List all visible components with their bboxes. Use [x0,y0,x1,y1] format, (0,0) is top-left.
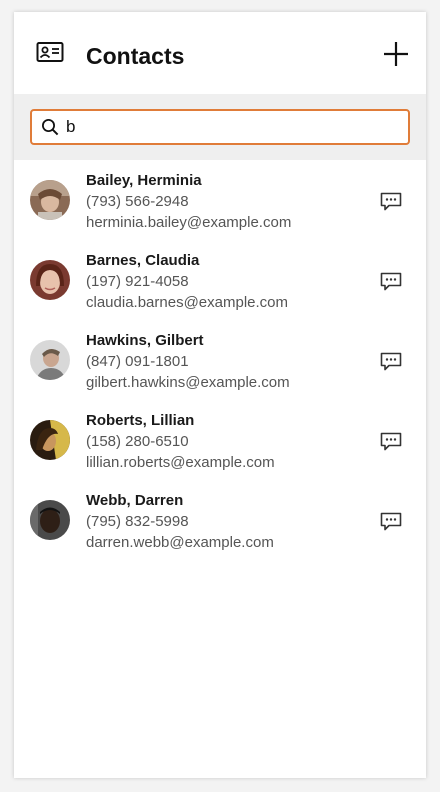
contact-row[interactable]: Bailey, Herminia (793) 566-2948 herminia… [14,160,426,240]
message-button[interactable] [380,272,402,292]
message-icon [380,512,402,531]
contact-email: gilbert.hawkins@example.com [86,374,290,391]
header: Contacts [14,12,426,94]
app-window: Contacts b Bailey, Herminia (793) 566-29… [14,12,426,778]
contact-phone: (197) 921-4058 [86,273,189,290]
search-input[interactable] [66,111,396,143]
contact-email: lillian.roberts@example.com [86,454,275,471]
message-icon [380,272,402,291]
contact-name: Hawkins, Gilbert [86,332,204,349]
contact-row[interactable]: Roberts, Lillian (158) 280-6510 lillian.… [14,400,426,480]
contact-list: Bailey, Herminia (793) 566-2948 herminia… [14,160,426,560]
message-icon [380,192,402,211]
contact-row[interactable]: Hawkins, Gilbert (847) 091-1801 gilbert.… [14,320,426,400]
message-button[interactable] [380,512,402,532]
contact-name: Webb, Darren [86,492,184,509]
contact-email: claudia.barnes@example.com [86,294,288,311]
message-button[interactable] [380,432,402,452]
avatar [30,420,70,460]
contact-phone: (158) 280-6510 [86,433,189,450]
message-button[interactable] [380,352,402,372]
contact-email: darren.webb@example.com [86,534,274,551]
avatar [30,180,70,220]
contact-name: Roberts, Lillian [86,412,195,429]
avatar [30,260,70,300]
contact-name: Bailey, Herminia [86,172,202,189]
contact-row[interactable]: Barnes, Claudia (197) 921-4058 claudia.b… [14,240,426,320]
contact-phone: (793) 566-2948 [86,193,189,210]
contact-phone: (795) 832-5998 [86,513,189,530]
contact-phone: (847) 091-1801 [86,353,189,370]
search-box[interactable] [30,109,410,145]
avatar [30,340,70,380]
page-title: Contacts [86,43,185,69]
plus-icon [384,42,408,66]
add-contact-button[interactable] [382,40,410,68]
contact-name: Barnes, Claudia [86,252,200,269]
message-icon [380,432,402,451]
message-button[interactable] [380,192,402,212]
message-icon [380,352,402,371]
search-bar [14,94,426,160]
avatar [30,500,70,540]
contact-card-icon [36,42,64,62]
contact-row[interactable]: Webb, Darren (795) 832-5998 darren.webb@… [14,480,426,560]
contact-email: herminia.bailey@example.com [86,214,292,231]
search-icon [42,119,59,136]
